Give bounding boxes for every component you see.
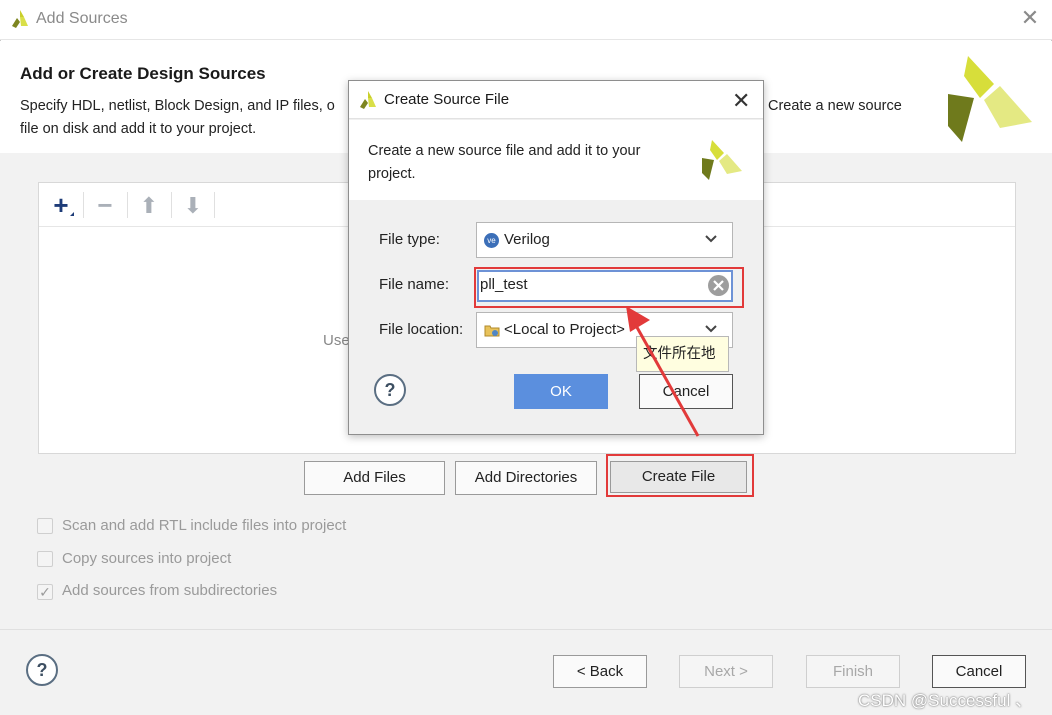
file-name-label: File name: [379, 276, 450, 293]
next-button[interactable]: Next > [679, 655, 773, 688]
window-titlebar [0, 0, 1052, 40]
empty-table-hint: Use [323, 332, 350, 349]
move-up-icon[interactable]: ⬆ [134, 191, 164, 221]
scan-rtl-checkbox[interactable] [37, 518, 53, 534]
toolbar-separator [171, 192, 172, 218]
dialog-title: Create Source File [384, 91, 510, 108]
watermark: CSDN @Successful 、 [858, 691, 1033, 710]
dialog-close-icon[interactable]: ✕ [732, 88, 750, 114]
dialog-description-line1: Create a new source file and add it to y… [368, 143, 641, 159]
vivado-brand-logo-icon [948, 56, 1032, 142]
back-button[interactable]: < Back [553, 655, 647, 688]
add-subdirectories-checkbox[interactable]: ✓ [37, 584, 53, 600]
file-type-value: Verilog [504, 231, 550, 248]
dialog-brand-logo-icon [702, 140, 742, 180]
cancel-button[interactable]: Cancel [932, 655, 1026, 688]
toolbar-separator [127, 192, 128, 218]
file-name-value: pll_test [480, 276, 528, 293]
page-description-line1: Specify HDL, netlist, Block Design, and … [20, 98, 335, 114]
page-description-right: Create a new source [768, 98, 902, 114]
file-type-label: File type: [379, 231, 440, 248]
move-down-icon[interactable]: ⬇ [178, 191, 208, 221]
finish-button[interactable]: Finish [806, 655, 900, 688]
help-icon[interactable]: ? [26, 654, 58, 686]
chevron-down-icon[interactable] [704, 234, 718, 244]
toolbar-separator [214, 192, 215, 218]
close-icon[interactable]: ✕ [1018, 6, 1042, 30]
add-directories-button[interactable]: Add Directories [455, 461, 597, 495]
add-subdirectories-label: Add sources from subdirectories [62, 582, 278, 599]
copy-sources-checkbox[interactable] [37, 551, 53, 567]
file-location-value: <Local to Project> [504, 321, 625, 338]
add-dropdown-indicator-icon [70, 212, 74, 216]
copy-sources-label: Copy sources into project [62, 550, 232, 567]
remove-icon[interactable]: − [90, 190, 120, 220]
annotation-arrow-icon [626, 306, 700, 437]
page-description-line2: file on disk and add it to your project. [20, 121, 257, 137]
add-files-button[interactable]: Add Files [304, 461, 445, 495]
window-title: Add Sources [36, 10, 128, 27]
vivado-logo-icon [12, 10, 28, 28]
ok-button[interactable]: OK [514, 374, 608, 409]
dialog-help-icon[interactable]: ? [374, 374, 406, 406]
folder-icon [484, 325, 500, 337]
page-title: Add or Create Design Sources [20, 64, 266, 83]
scan-rtl-label: Scan and add RTL include files into proj… [62, 517, 347, 534]
dialog-logo-icon [360, 91, 376, 109]
verilog-file-icon: ve [484, 233, 499, 248]
toolbar-separator [83, 192, 84, 218]
create-file-button[interactable]: Create File [610, 461, 747, 493]
clear-input-icon[interactable] [707, 274, 730, 297]
file-location-label: File location: [379, 321, 464, 338]
dialog-description-line2: project. [368, 166, 416, 182]
